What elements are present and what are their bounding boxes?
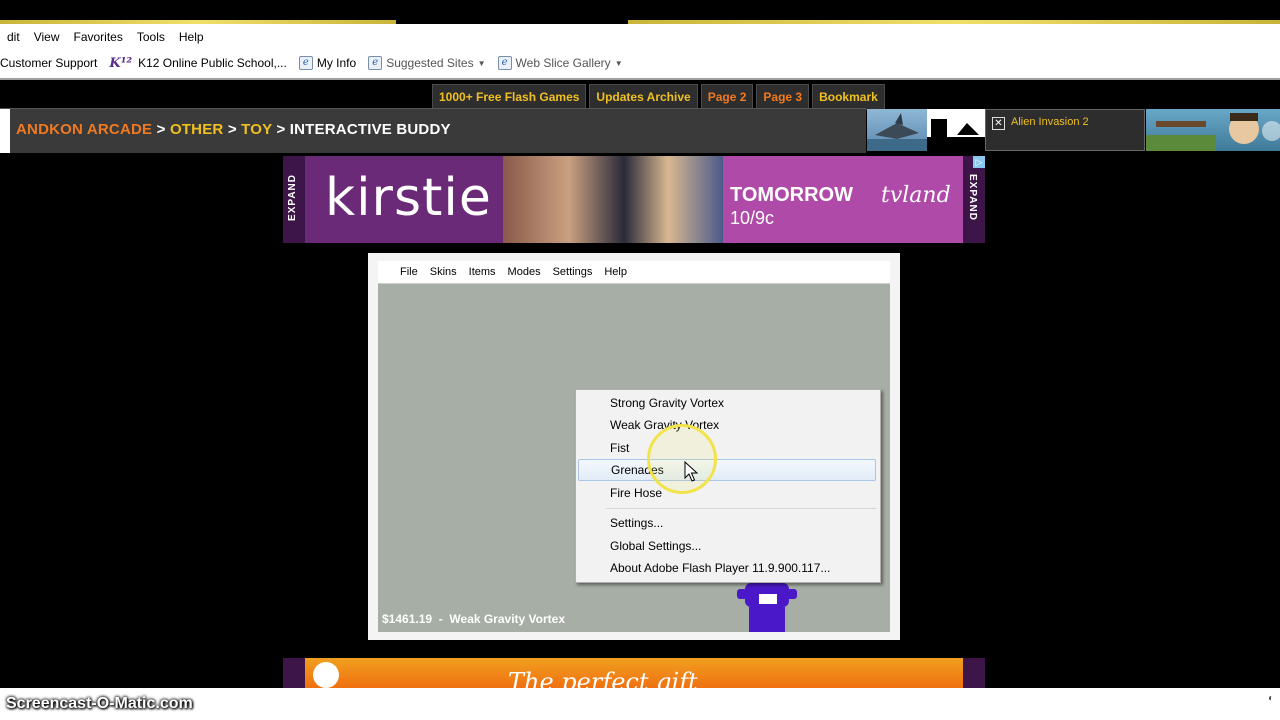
stick-thumbnail-art bbox=[927, 119, 985, 151]
menu-item-grenades[interactable]: Grenades bbox=[578, 459, 876, 481]
menu-tools[interactable]: Tools bbox=[130, 28, 172, 48]
breadcrumb-current: INTERACTIVE BUDDY bbox=[289, 121, 451, 138]
favorite-label: Web Slice Gallery bbox=[515, 56, 611, 70]
browser-menu-bar: dit View Favorites Tools Help bbox=[0, 28, 211, 48]
ad-network-logo: tvland bbox=[881, 183, 951, 208]
nav-tab-free-games[interactable]: 1000+ Free Flash Games bbox=[432, 84, 587, 110]
game-menu-skins[interactable]: Skins bbox=[430, 261, 469, 283]
favorite-label: K12 Online Public School,... bbox=[138, 56, 287, 70]
banner-ad-top[interactable]: EXPAND kirstie TOMORROW 10/9c tvland EXP… bbox=[283, 156, 985, 243]
breadcrumb-category[interactable]: OTHER bbox=[170, 121, 224, 138]
character-thumbnail-art bbox=[1146, 113, 1280, 151]
favorite-web-slice-gallery[interactable]: e Web Slice Gallery ▼ bbox=[497, 56, 623, 70]
game-status-separator: - bbox=[438, 612, 443, 626]
breadcrumb-separator: > bbox=[156, 121, 166, 138]
ad-expand-label: EXPAND bbox=[287, 174, 298, 221]
k12-logo-icon: K¹² bbox=[109, 55, 133, 71]
att-logo-icon bbox=[313, 662, 339, 688]
game-menu-file[interactable]: File bbox=[378, 261, 430, 283]
favorite-my-info[interactable]: e My Info bbox=[298, 56, 357, 70]
favorites-bar: Customer Support K¹² K12 Online Public S… bbox=[0, 53, 635, 73]
ad-expand-left[interactable] bbox=[283, 658, 305, 688]
ad-expand-label: EXPAND bbox=[967, 174, 978, 221]
game-popup-card[interactable]: ✕ Alien Invasion 2 bbox=[985, 109, 1145, 151]
globe-icon: ◐ bbox=[1267, 693, 1274, 704]
game-status: $1461.19 - Weak Gravity Vortex bbox=[382, 612, 565, 626]
flash-context-menu: Strong Gravity Vortex Weak Gravity Vorte… bbox=[575, 389, 881, 583]
menu-help[interactable]: Help bbox=[172, 28, 211, 48]
ad-expand-right[interactable]: EXPAND bbox=[963, 156, 985, 243]
game-thumbnail-shark[interactable] bbox=[867, 109, 927, 151]
chevron-down-icon: ▼ bbox=[477, 58, 486, 68]
ad-expand-left[interactable]: EXPAND bbox=[283, 156, 305, 243]
close-icon[interactable]: ✕ bbox=[992, 117, 1005, 130]
breadcrumb-site[interactable]: ANDKON ARCADE bbox=[16, 121, 152, 138]
ie-page-icon: e bbox=[497, 56, 512, 70]
chevron-down-icon: ▼ bbox=[614, 58, 623, 68]
favorite-suggested-sites[interactable]: e Suggested Sites ▼ bbox=[368, 56, 486, 70]
menu-edit[interactable]: dit bbox=[0, 28, 27, 48]
recorder-watermark: Screencast-O-Matic.com bbox=[6, 695, 193, 712]
nav-tab-page-3[interactable]: Page 3 bbox=[756, 84, 810, 110]
buddy-character[interactable] bbox=[737, 583, 797, 632]
favorite-label: My Info bbox=[316, 56, 357, 70]
chrome-divider bbox=[0, 78, 1280, 80]
ad-cast-photo bbox=[503, 156, 723, 243]
menu-view[interactable]: View bbox=[27, 28, 67, 48]
ie-page-icon: e bbox=[368, 56, 383, 70]
ad-headline: TOMORROW bbox=[730, 184, 853, 206]
game-thumbnail-stick[interactable] bbox=[927, 109, 985, 151]
menu-item-about-flash-player[interactable]: About Adobe Flash Player 11.9.900.117... bbox=[578, 557, 876, 579]
nav-tab-updates-archive[interactable]: Updates Archive bbox=[589, 84, 698, 110]
nav-tab-bookmark[interactable]: Bookmark bbox=[812, 84, 885, 110]
shark-thumbnail-art bbox=[867, 113, 927, 151]
breadcrumb-edge bbox=[0, 109, 10, 153]
game-thumbnail-character[interactable] bbox=[1146, 109, 1280, 151]
window-top-strip bbox=[0, 0, 1280, 24]
menu-item-global-settings[interactable]: Global Settings... bbox=[578, 535, 876, 557]
menu-item-weak-gravity-vortex[interactable]: Weak Gravity Vortex bbox=[578, 414, 876, 436]
ad-expand-right[interactable] bbox=[963, 658, 985, 688]
cursor-highlight-ring bbox=[647, 424, 717, 494]
breadcrumb-bar: ANDKON ARCADE > OTHER > TOY > INTERACTIV… bbox=[0, 108, 866, 153]
game-current-item: Weak Gravity Vortex bbox=[449, 612, 566, 626]
game-menu-modes[interactable]: Modes bbox=[508, 261, 553, 283]
menu-item-settings[interactable]: Settings... bbox=[578, 512, 876, 534]
breadcrumb-separator: > bbox=[276, 121, 286, 138]
adchoices-icon[interactable]: ▷ bbox=[973, 156, 985, 168]
ad-tagline: The perfect gift bbox=[508, 668, 698, 688]
menu-separator bbox=[606, 508, 876, 509]
mouse-pointer-icon bbox=[684, 461, 698, 482]
game-menu-items[interactable]: Items bbox=[469, 261, 508, 283]
game-menu-settings[interactable]: Settings bbox=[553, 261, 605, 283]
game-menu-help[interactable]: Help bbox=[604, 261, 639, 283]
breadcrumb: ANDKON ARCADE > OTHER > TOY > INTERACTIV… bbox=[16, 121, 451, 138]
popup-title[interactable]: Alien Invasion 2 bbox=[1011, 116, 1089, 128]
banner-ad-bottom[interactable]: The perfect gift bbox=[283, 658, 985, 688]
ie-page-icon: e bbox=[298, 56, 313, 70]
browser-chrome: dit View Favorites Tools Help Customer S… bbox=[0, 24, 1280, 78]
favorite-customer-support[interactable]: Customer Support bbox=[0, 56, 97, 70]
game-menu-bar: File Skins Items Modes Settings Help bbox=[378, 261, 890, 284]
favorite-label: Suggested Sites bbox=[386, 56, 474, 70]
favorite-label: Customer Support bbox=[0, 56, 98, 70]
breadcrumb-separator: > bbox=[227, 121, 237, 138]
ad-date: 10/9c bbox=[730, 208, 775, 228]
menu-item-strong-gravity-vortex[interactable]: Strong Gravity Vortex bbox=[578, 392, 876, 414]
favorite-k12[interactable]: K¹² K12 Online Public School,... bbox=[109, 56, 286, 71]
game-money: $1461.19 bbox=[382, 612, 433, 626]
breadcrumb-subcategory[interactable]: TOY bbox=[241, 121, 272, 138]
menu-item-fire-hose[interactable]: Fire Hose bbox=[578, 482, 876, 504]
menu-favorites[interactable]: Favorites bbox=[66, 28, 129, 48]
ad-brand: kirstie bbox=[325, 168, 492, 228]
site-nav: 1000+ Free Flash Games Updates Archive P… bbox=[432, 84, 885, 110]
menu-item-fist[interactable]: Fist bbox=[578, 437, 876, 459]
nav-tab-page-2[interactable]: Page 2 bbox=[700, 84, 754, 110]
